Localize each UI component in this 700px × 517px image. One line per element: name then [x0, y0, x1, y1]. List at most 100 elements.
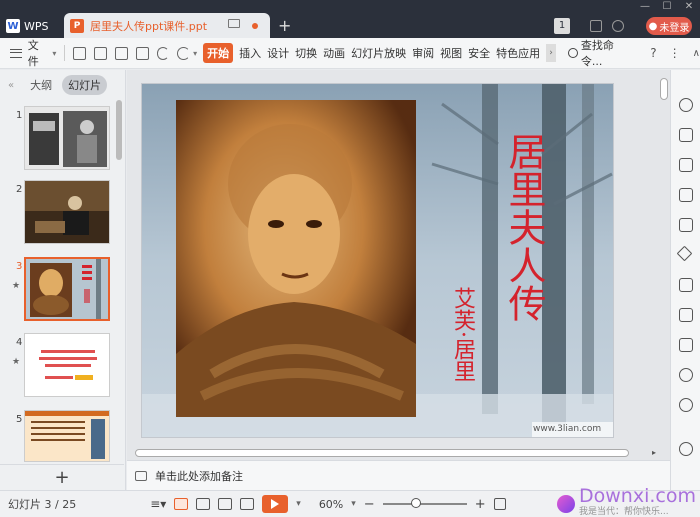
tab-insert[interactable]: 插入 — [239, 45, 261, 61]
history-icon[interactable] — [679, 398, 693, 412]
slide-page-indicator[interactable]: 幻灯片 3 / 25 — [8, 496, 76, 512]
reading-view-icon[interactable] — [218, 498, 233, 510]
minimize-button[interactable]: — — [634, 0, 656, 14]
help-button[interactable]: ? — [650, 46, 656, 60]
current-slide[interactable]: 居里夫人传 艾芙·居里 www.3lian.com — [141, 83, 614, 438]
scroll-right-icon[interactable]: ▸ — [652, 448, 656, 457]
tab-slides[interactable]: 幻灯片 — [62, 75, 108, 95]
zoom-slider-knob[interactable] — [410, 498, 421, 508]
zoom-level[interactable]: 60% — [319, 498, 343, 511]
search-icon — [567, 48, 578, 58]
save-icon[interactable] — [73, 46, 87, 60]
chevron-down-icon[interactable]: ▾ — [52, 49, 56, 58]
share-out-icon[interactable] — [679, 308, 693, 322]
site-watermark: Downxi.com 我是当代：帮你快乐... — [555, 485, 700, 517]
presenter-view-icon[interactable] — [240, 498, 255, 510]
tab-animations[interactable]: 动画 — [323, 45, 345, 61]
command-search[interactable]: 查找命令... — [567, 37, 634, 69]
pointer-icon[interactable] — [679, 98, 693, 112]
tab-features[interactable]: 特色应用 — [496, 45, 540, 61]
slide-panel-scrollbar[interactable] — [116, 100, 122, 160]
tab-transitions[interactable]: 切换 — [295, 45, 317, 61]
login-button[interactable]: ● 未登录 — [646, 17, 692, 35]
zoom-slider[interactable] — [382, 498, 467, 508]
play-slideshow-button[interactable] — [262, 495, 289, 513]
play-options-chevron-icon[interactable]: ▾ — [296, 499, 301, 509]
adjust-icon[interactable] — [679, 188, 693, 202]
quick-access-chevron-icon[interactable]: ▾ — [193, 49, 197, 58]
maximize-button[interactable]: ☐ — [656, 0, 678, 14]
menu-icon[interactable] — [10, 48, 22, 58]
tab-security[interactable]: 安全 — [468, 45, 490, 61]
tab-home[interactable]: 开始 — [203, 43, 234, 63]
slide-thumbnail-image[interactable] — [24, 106, 110, 170]
tab-design[interactable]: 设计 — [267, 45, 289, 61]
document-tab[interactable]: P 居里夫人传ppt课件.ppt — [64, 13, 270, 38]
slide-sorter-icon[interactable] — [196, 498, 211, 510]
slide-thumbnail[interactable]: 1 — [0, 106, 124, 174]
collapse-panel-icon[interactable]: « — [8, 80, 14, 91]
fit-window-icon[interactable] — [493, 498, 506, 510]
vertical-scrollbar[interactable] — [660, 78, 668, 100]
print-preview-icon[interactable] — [135, 46, 149, 60]
tab-outline[interactable]: 大纲 — [30, 77, 52, 93]
share-icon[interactable] — [612, 20, 624, 32]
new-tab-button[interactable]: + — [278, 16, 291, 35]
tab-slideshow[interactable]: 幻灯片放映 — [351, 45, 406, 61]
slide-thumbnail-image[interactable] — [24, 257, 110, 321]
close-window-button[interactable]: ✕ — [678, 0, 700, 14]
slide-number: 3 — [16, 261, 23, 272]
slide-thumbnail-image[interactable] — [24, 410, 110, 462]
add-slide-button[interactable]: + — [0, 464, 124, 490]
collapse-ribbon-icon[interactable]: ∧ — [693, 48, 700, 59]
redo-icon[interactable] — [177, 46, 191, 60]
normal-view-icon[interactable] — [174, 498, 189, 510]
notes-placeholder[interactable]: 单击此处添加备注 — [155, 468, 243, 484]
page-count-badge[interactable]: 1 — [554, 18, 570, 34]
slide-thumbnail[interactable]: 3 ★ — [0, 257, 124, 325]
window-controls: — ☐ ✕ — [634, 0, 700, 14]
slide-canvas: 居里夫人传 艾芙·居里 www.3lian.com ▸ — [127, 70, 670, 460]
watermark-subtext: 我是当代：帮你快乐... — [579, 507, 669, 517]
zoom-out-button[interactable]: − — [364, 497, 375, 512]
slide-thumbnail-image[interactable] — [24, 333, 110, 397]
undo-icon[interactable] — [156, 46, 170, 60]
notes-icon — [135, 470, 147, 481]
tab-review[interactable]: 审阅 — [412, 45, 434, 61]
file-menu[interactable]: 文件 — [28, 37, 50, 69]
help-circle-icon[interactable] — [679, 442, 693, 456]
slide-number: 5 — [16, 414, 23, 425]
print-icon[interactable] — [114, 46, 128, 60]
audio-icon[interactable] — [679, 368, 693, 382]
slide-thumbnail-image[interactable] — [24, 180, 110, 244]
right-toolbar — [670, 70, 700, 490]
cloud-icon[interactable] — [590, 20, 602, 32]
monitor-icon[interactable] — [228, 19, 240, 28]
slide-number: 1 — [16, 110, 23, 121]
slide-number: 2 — [16, 184, 23, 195]
image-edit-icon[interactable] — [679, 218, 693, 232]
notes-toggle-icon[interactable]: ≡▾ — [150, 497, 166, 511]
slide-thumbnail[interactable]: 4 ★ — [0, 333, 124, 401]
layers-icon[interactable] — [679, 128, 693, 142]
slide-author[interactable]: 艾芙·居里 — [446, 287, 476, 382]
horizontal-scrollbar[interactable] — [135, 449, 629, 457]
play-icon — [271, 499, 280, 509]
more-options-icon[interactable]: ⋮ — [669, 46, 681, 60]
shapes-icon[interactable] — [679, 158, 693, 172]
zoom-chevron-icon[interactable]: ▾ — [351, 499, 356, 509]
unsaved-dot-icon[interactable] — [252, 23, 258, 29]
document-tab-title: 居里夫人传ppt课件.ppt — [90, 19, 208, 33]
menu-bar: 文件 ▾ ▾ 开始 插入 设计 切换 动画 幻灯片放映 审阅 视图 安全 特色应… — [0, 38, 700, 69]
archive-icon[interactable] — [679, 278, 693, 292]
slide-title[interactable]: 居里夫人传 — [498, 132, 546, 322]
zoom-in-button[interactable]: + — [475, 497, 486, 512]
picture-icon[interactable] — [679, 338, 693, 352]
title-bar: W WPS P 居里夫人传ppt课件.ppt + — ☐ ✕ 1 ● 未登录 — [0, 0, 700, 38]
wps-home-tab[interactable]: W WPS — [6, 14, 60, 38]
export-pdf-icon[interactable] — [94, 46, 107, 60]
more-tabs-button[interactable]: › — [546, 44, 556, 62]
tab-view[interactable]: 视图 — [440, 45, 462, 61]
star-icon[interactable] — [676, 245, 693, 262]
slide-thumbnail[interactable]: 2 — [0, 180, 124, 248]
